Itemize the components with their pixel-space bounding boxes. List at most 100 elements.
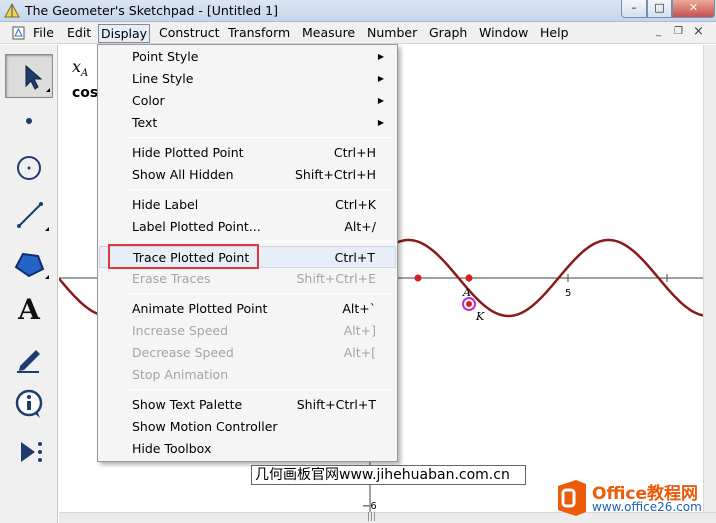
- menu-window[interactable]: Window: [477, 25, 530, 42]
- window-title: The Geometer's Sketchpad - [Untitled 1]: [25, 3, 278, 18]
- menu-item-label: Stop Animation: [132, 367, 229, 382]
- menu-item-show-text-palette[interactable]: Show Text Palette Shift+Ctrl+T: [99, 394, 396, 416]
- plotted-point-k[interactable]: [466, 301, 472, 307]
- close-button[interactable]: ✕: [672, 0, 715, 18]
- menu-item-hide-plotted-point[interactable]: Hide Plotted Point Ctrl+H: [99, 142, 396, 164]
- menu-item-label-plotted-point[interactable]: Label Plotted Point... Alt+/: [99, 216, 396, 238]
- label-k[interactable]: K: [475, 310, 485, 323]
- menu-number[interactable]: Number: [365, 25, 419, 42]
- marker-tool[interactable]: [5, 335, 53, 379]
- menu-separator: [128, 293, 394, 294]
- custom-tool[interactable]: [5, 430, 53, 474]
- measurement-x-label[interactable]: xA: [72, 57, 88, 79]
- menu-item-label: Hide Toolbox: [132, 441, 212, 456]
- menu-item-decrease-speed: Decrease Speed Alt+[: [99, 342, 396, 364]
- document-icon: [12, 26, 25, 40]
- menu-display[interactable]: Display: [98, 24, 151, 43]
- straightedge-line-icon: [17, 202, 49, 231]
- marker-pen-icon: [17, 350, 40, 373]
- menu-item-label: Show All Hidden: [132, 167, 234, 182]
- menu-item-label: Decrease Speed: [132, 345, 234, 360]
- menu-transform[interactable]: Transform: [226, 25, 292, 42]
- measurement-cos-label[interactable]: cos: [72, 85, 98, 101]
- menu-help[interactable]: Help: [538, 25, 571, 42]
- menu-measure[interactable]: Measure: [300, 25, 357, 42]
- menu-item-color[interactable]: Color ▶: [99, 90, 396, 112]
- menu-item-show-all-hidden[interactable]: Show All Hidden Shift+Ctrl+H: [99, 164, 396, 186]
- menu-item-label: Erase Traces: [132, 271, 211, 286]
- compass-tool[interactable]: [5, 146, 53, 190]
- maximize-button[interactable]: □: [647, 0, 672, 18]
- menu-item-shortcut: Ctrl+T: [334, 250, 375, 265]
- menu-item-shortcut: Shift+Ctrl+T: [296, 397, 376, 412]
- point-icon: [26, 118, 32, 124]
- vertical-scrollbar[interactable]: [703, 45, 716, 512]
- submenu-arrow-icon: ▶: [377, 74, 384, 83]
- menu-item-shortcut: Ctrl+H: [333, 145, 376, 160]
- menu-item-hide-label[interactable]: Hide Label Ctrl+K: [99, 194, 396, 216]
- menu-item-shortcut: Ctrl+K: [335, 197, 376, 212]
- menu-item-label: Hide Label: [132, 197, 199, 212]
- office-watermark: Office教程网 www.office26.com: [552, 476, 714, 520]
- menu-item-shortcut: Alt+[: [343, 345, 376, 360]
- menu-item-hide-toolbox[interactable]: Hide Toolbox: [99, 438, 396, 460]
- polygon-tool[interactable]: [5, 241, 53, 285]
- mdi-close-button[interactable]: ×: [693, 24, 704, 39]
- menu-item-increase-speed: Increase Speed Alt+]: [99, 320, 396, 342]
- menu-item-label: Label Plotted Point...: [132, 219, 261, 234]
- menu-item-animate-plotted-point[interactable]: Animate Plotted Point Alt+`: [99, 298, 396, 320]
- menu-item-label: Text: [132, 115, 158, 130]
- arrow-tool[interactable]: [5, 54, 53, 98]
- menu-graph[interactable]: Graph: [427, 25, 469, 42]
- office-logo-icon: [558, 480, 586, 516]
- point-b[interactable]: [414, 274, 422, 282]
- compass-circle-icon: [17, 156, 41, 180]
- polygon-icon: [14, 252, 49, 279]
- submenu-arrow-icon: ▶: [377, 118, 384, 127]
- site-watermark: 几何画板官网www.jihehuaban.com.cn: [251, 465, 526, 485]
- submenu-arrow-icon: ▶: [377, 96, 384, 105]
- y-tick-label-neg6: −6: [362, 501, 377, 512]
- toolbox: A: [0, 45, 58, 523]
- menu-item-show-motion-controller[interactable]: Show Motion Controller: [99, 416, 396, 438]
- information-tool[interactable]: [5, 382, 53, 426]
- menu-item-shortcut: Alt+]: [343, 323, 376, 338]
- menu-file[interactable]: File: [31, 25, 56, 42]
- arrow-pointer-icon: [25, 64, 50, 92]
- menu-item-label: Color: [132, 93, 165, 108]
- menu-item-label: Line Style: [132, 71, 194, 86]
- menu-bar: File Edit Display Construct Transform Me…: [0, 22, 716, 44]
- menu-separator: [128, 389, 394, 390]
- menu-item-line-style[interactable]: Line Style ▶: [99, 68, 396, 90]
- menu-separator: [128, 137, 394, 138]
- menu-item-label: Increase Speed: [132, 323, 229, 338]
- menu-construct[interactable]: Construct: [157, 25, 222, 42]
- minimize-button[interactable]: –: [621, 0, 647, 18]
- menu-item-point-style[interactable]: Point Style ▶: [99, 46, 396, 68]
- menu-item-shortcut: Alt+`: [342, 301, 376, 316]
- office-url-text: www.office26.com: [592, 500, 702, 514]
- menu-separator: [128, 189, 394, 190]
- menu-item-label: Show Motion Controller: [132, 419, 278, 434]
- menu-edit[interactable]: Edit: [65, 25, 93, 42]
- label-a[interactable]: A: [462, 286, 471, 299]
- title-bar: The Geometer's Sketchpad - [Untitled 1] …: [0, 0, 716, 22]
- mdi-minimize-button[interactable]: _: [656, 26, 661, 41]
- menu-item-label: Hide Plotted Point: [132, 145, 244, 160]
- menu-separator: [128, 241, 394, 242]
- submenu-arrow-icon: ▶: [377, 52, 384, 61]
- point-a[interactable]: [465, 274, 473, 282]
- scroll-grip-icon: |||: [367, 512, 377, 522]
- mdi-restore-button[interactable]: ❐: [674, 26, 683, 41]
- point-tool[interactable]: [5, 99, 53, 143]
- information-icon: [15, 389, 43, 418]
- menu-item-label: Show Text Palette: [132, 397, 243, 412]
- menu-item-shortcut: Shift+Ctrl+E: [296, 271, 377, 286]
- menu-item-erase-traces: Erase Traces Shift+Ctrl+E: [99, 268, 396, 290]
- straightedge-tool[interactable]: [5, 193, 53, 237]
- menu-item-shortcut: Alt+/: [344, 219, 376, 234]
- menu-item-stop-animation: Stop Animation: [99, 364, 396, 386]
- text-tool[interactable]: A: [5, 288, 53, 332]
- menu-item-text[interactable]: Text ▶: [99, 112, 396, 134]
- custom-tool-play-icon: [21, 442, 42, 462]
